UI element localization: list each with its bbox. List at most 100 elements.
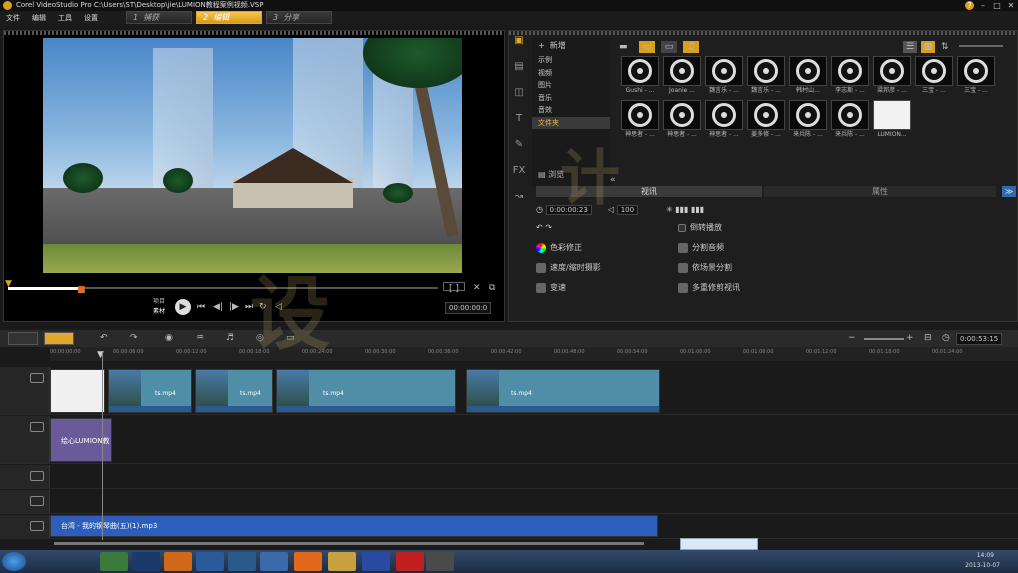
- title-track-header[interactable]: [0, 465, 50, 488]
- minimize-button[interactable]: –: [978, 1, 988, 10]
- photoshop-icon[interactable]: [132, 552, 160, 571]
- folder-item[interactable]: 音效: [532, 104, 610, 117]
- folder-item[interactable]: 视频: [532, 67, 610, 80]
- tab-attributes[interactable]: 属性: [764, 186, 996, 197]
- speed-timelapse[interactable]: 速度/缩时摄影: [536, 262, 601, 274]
- media-thumbnail[interactable]: 梁邦彦 - ...: [873, 56, 911, 98]
- instant-project-icon[interactable]: ▤: [508, 61, 530, 87]
- taskbar-app-icon[interactable]: [260, 552, 288, 571]
- split-by-scene[interactable]: 依场景分割: [678, 262, 732, 274]
- reverse-checkbox[interactable]: 倒转播放: [678, 222, 722, 234]
- variable-speed[interactable]: 变速: [536, 282, 566, 294]
- video-clip[interactable]: ts.mp4: [466, 369, 660, 413]
- media-icon[interactable]: ▣: [508, 35, 530, 61]
- media-thumbnail[interactable]: 李志斯 - ...: [831, 56, 869, 98]
- taskbar-app-icon[interactable]: [228, 552, 256, 571]
- trim-bracket-icon[interactable]: [ ]: [443, 282, 465, 294]
- options-toggle[interactable]: ≫: [1002, 186, 1016, 197]
- media-thumbnail[interactable]: 神思者 - ...: [705, 100, 743, 142]
- video-track-header[interactable]: [0, 367, 50, 414]
- mute-icon[interactable]: ✳ ▮▮▮ ▮▮▮: [666, 204, 704, 216]
- thumbnail-view-icon[interactable]: ▦: [921, 41, 935, 53]
- tab-edit[interactable]: 2 编辑: [196, 11, 262, 24]
- video-clip[interactable]: ts.mp4: [108, 369, 192, 413]
- rotate-icons[interactable]: ↶ ↷: [536, 222, 552, 234]
- menu-edit[interactable]: 编辑: [26, 13, 52, 23]
- media-thumbnail[interactable]: Gushi - ...: [621, 56, 659, 98]
- cut-icon[interactable]: ✕: [473, 282, 481, 294]
- media-thumbnail[interactable]: 神思者 - ...: [621, 100, 659, 142]
- media-thumbnail[interactable]: 来兵陈 - ...: [831, 100, 869, 142]
- prev-frame-button[interactable]: ◀|: [213, 301, 223, 313]
- transition-icon[interactable]: ◫: [508, 87, 530, 113]
- taskbar-app-icon[interactable]: [196, 552, 224, 571]
- next-frame-button[interactable]: |▶: [229, 301, 239, 313]
- folder-item-selected[interactable]: 文件夹: [532, 116, 610, 129]
- play-button[interactable]: ▶: [175, 299, 191, 315]
- undo-icon[interactable]: ↶: [100, 332, 108, 344]
- folder-item[interactable]: 示例: [532, 54, 610, 67]
- audio-filter-icon[interactable]: ♫: [683, 41, 699, 53]
- ime-toolbar[interactable]: [680, 538, 758, 550]
- home-button[interactable]: ⏮: [197, 301, 205, 313]
- video-filter-icon[interactable]: ▭: [639, 41, 655, 53]
- close-button[interactable]: ✕: [1006, 1, 1016, 10]
- taskbar-app-icon[interactable]: [100, 552, 128, 571]
- media-thumbnail[interactable]: 三宝 - ...: [915, 56, 953, 98]
- media-thumbnail[interactable]: 魏言乐 - ...: [747, 56, 785, 98]
- taskbar-app-icon[interactable]: [396, 552, 424, 571]
- timecode-display[interactable]: 00:00:00:0: [445, 302, 492, 314]
- start-button[interactable]: [2, 552, 26, 571]
- overlay-track-header[interactable]: [0, 416, 50, 463]
- path-icon[interactable]: ↝: [508, 191, 530, 217]
- menu-settings[interactable]: 设置: [78, 13, 104, 23]
- menu-tools[interactable]: 工具: [52, 13, 78, 23]
- timeline-zoom-slider[interactable]: [864, 338, 904, 340]
- photo-filter-icon[interactable]: ▭: [661, 41, 677, 53]
- media-thumbnail[interactable]: LUMION...: [873, 100, 911, 142]
- zoom-out-icon[interactable]: −: [848, 332, 856, 344]
- record-capture-icon[interactable]: ◉: [165, 332, 173, 344]
- folder-item[interactable]: 图片: [532, 79, 610, 92]
- videostudio-taskbar-icon[interactable]: [426, 552, 454, 571]
- menu-file[interactable]: 文件: [0, 13, 26, 23]
- zoom-in-icon[interactable]: +: [906, 332, 914, 344]
- split-audio[interactable]: 分割音频: [678, 242, 724, 254]
- multi-trim[interactable]: 多重修剪视讯: [678, 282, 740, 294]
- music-clip[interactable]: 台湾 - 我的钢琴曲(五)(1).mp3: [50, 515, 658, 537]
- folder-item[interactable]: 音乐: [532, 92, 610, 105]
- tab-share[interactable]: 3 分享: [266, 11, 332, 24]
- enlarge-icon[interactable]: ⧉: [489, 282, 495, 294]
- tab-capture[interactable]: 1 捕获: [126, 11, 192, 24]
- sort-icon[interactable]: ⇅: [941, 41, 949, 53]
- help-icon[interactable]: ?: [965, 1, 974, 10]
- color-correction[interactable]: 色彩修正: [536, 242, 582, 254]
- zoom-slider[interactable]: [959, 45, 1003, 47]
- media-thumbnail[interactable]: 韩村山...: [789, 56, 827, 98]
- explorer-icon[interactable]: [328, 552, 356, 571]
- media-thumbnail[interactable]: 姜多修 - ...: [747, 100, 785, 142]
- media-thumbnail[interactable]: 魏言乐 - ...: [705, 56, 743, 98]
- media-thumbnail[interactable]: 神思者 - ...: [663, 100, 701, 142]
- media-thumbnail[interactable]: 三宝 - ...: [957, 56, 995, 98]
- redo-icon[interactable]: ↷: [130, 332, 138, 344]
- fit-project-icon[interactable]: ⊟: [924, 332, 932, 344]
- music-track-header[interactable]: [0, 515, 50, 538]
- video-clip[interactable]: ts.mp4: [195, 369, 273, 413]
- voice-track-header[interactable]: [0, 490, 50, 513]
- title-icon[interactable]: T: [508, 113, 530, 139]
- video-clip[interactable]: ts.mp4: [276, 369, 456, 413]
- timeline-ruler[interactable]: 00:00:00:00 00:00:06:00 00:00:12:00 00:00:1…: [50, 347, 1018, 361]
- storyboard-view-button[interactable]: [8, 332, 38, 345]
- auto-music-icon[interactable]: ♬: [226, 332, 234, 344]
- clip-mode[interactable]: 素材: [153, 306, 165, 318]
- timeline-view-button[interactable]: [44, 332, 74, 345]
- taskbar-app-icon[interactable]: [294, 552, 322, 571]
- folder-icon[interactable]: ▬: [619, 41, 628, 53]
- taskbar-app-icon[interactable]: [164, 552, 192, 571]
- list-view-icon[interactable]: ☰: [903, 41, 917, 53]
- graphics-icon[interactable]: ✎: [508, 139, 530, 165]
- color-clip[interactable]: [50, 369, 105, 413]
- filter-icon[interactable]: FX: [508, 165, 530, 191]
- media-thumbnail[interactable]: Joanie ...: [663, 56, 701, 98]
